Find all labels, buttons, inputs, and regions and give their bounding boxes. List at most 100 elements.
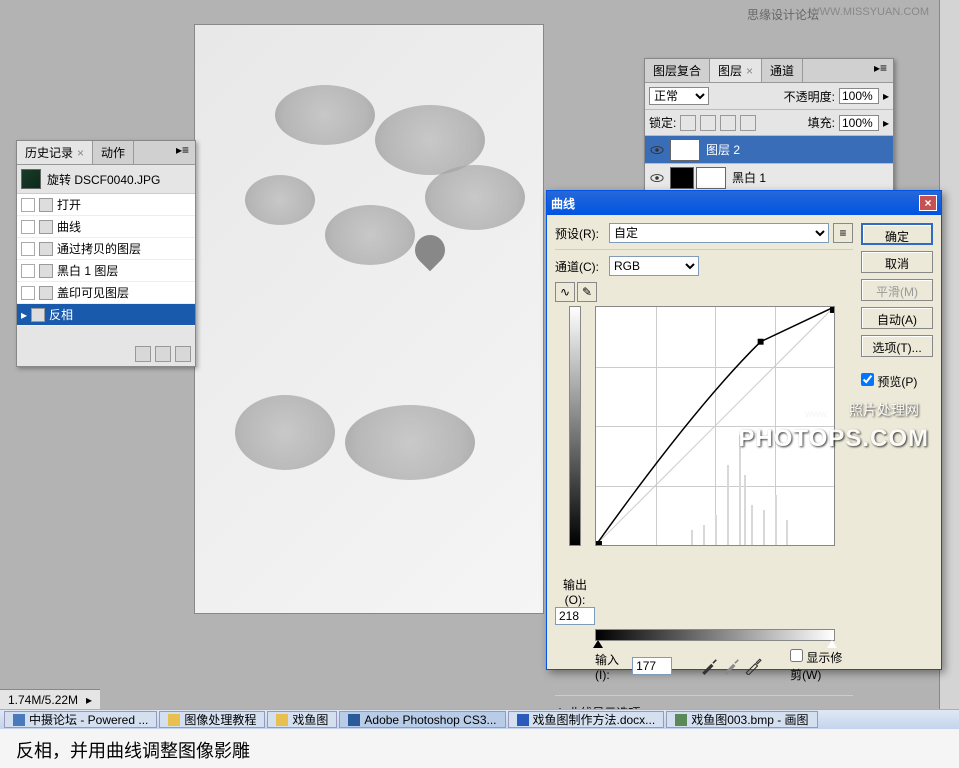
history-item[interactable]: 打开 xyxy=(17,194,195,216)
taskbar-item[interactable]: 图像处理教程 xyxy=(159,711,265,728)
input-input[interactable] xyxy=(632,657,672,675)
white-slider[interactable] xyxy=(827,640,837,648)
mask-thumb xyxy=(696,167,726,189)
history-snapshot[interactable]: 旋转 DSCF0040.JPG xyxy=(17,165,195,194)
history-tabs: 历史记录 × 动作 ▸≡ xyxy=(17,141,195,165)
paint-icon xyxy=(675,714,687,726)
taskbar-item[interactable]: 戏鱼图制作方法.docx... xyxy=(508,711,665,728)
black-slider[interactable] xyxy=(593,640,603,648)
layers-tabs: 图层复合 图层 × 通道 ▸≡ xyxy=(645,59,893,83)
history-item[interactable]: 黑白 1 图层 xyxy=(17,260,195,282)
history-panel: 历史记录 × 动作 ▸≡ 旋转 DSCF0040.JPG 打开 曲线 通过拷贝的图… xyxy=(16,140,196,367)
taskbar-item[interactable]: 戏鱼图003.bmp - 画图 xyxy=(666,711,817,728)
close-icon[interactable]: × xyxy=(77,146,84,160)
close-icon[interactable]: × xyxy=(746,64,753,78)
layer-item[interactable]: 黑白 1 xyxy=(645,164,893,192)
panel-menu-icon[interactable]: ▸≡ xyxy=(868,59,893,82)
pencil-tool-icon[interactable]: ✎ xyxy=(577,282,597,302)
fill-flyout-icon[interactable]: ▸ xyxy=(883,116,889,130)
preview-label[interactable]: 预览(P) xyxy=(861,373,933,390)
blend-mode-select[interactable]: 正常 xyxy=(649,87,709,105)
taskbar-item[interactable]: Adobe Photoshop CS3... xyxy=(339,711,505,728)
snapshot-thumb xyxy=(21,169,41,189)
black-eyedropper-icon[interactable] xyxy=(700,657,718,675)
snapshot-name: 旋转 DSCF0040.JPG xyxy=(47,171,160,188)
taskbar: 中摄论坛 - Powered ... 图像处理教程 戏鱼图 Adobe Phot… xyxy=(0,709,959,729)
layer-item[interactable]: 图层 2 xyxy=(645,136,893,164)
visibility-icon[interactable] xyxy=(648,141,666,159)
history-item[interactable]: 通过拷贝的图层 xyxy=(17,238,195,260)
input-gradient[interactable] xyxy=(595,629,835,641)
history-item-label: 反相 xyxy=(49,306,73,323)
document-canvas[interactable] xyxy=(194,24,544,614)
layer-name: 黑白 1 xyxy=(732,169,766,186)
tab-history[interactable]: 历史记录 × xyxy=(17,141,93,164)
output-label: 输出(O): xyxy=(555,576,595,607)
tab-actions[interactable]: 动作 xyxy=(93,141,134,164)
tab-layers[interactable]: 图层 × xyxy=(710,59,762,82)
show-clip-checkbox[interactable] xyxy=(790,649,803,662)
canvas-image xyxy=(195,25,543,613)
history-item-label: 打开 xyxy=(57,196,81,213)
dialog-title: 曲线 xyxy=(551,195,575,212)
dialog-titlebar[interactable]: 曲线 × xyxy=(547,191,941,215)
taskbar-item[interactable]: 中摄论坛 - Powered ... xyxy=(4,711,157,728)
ok-button[interactable]: 确定 xyxy=(861,223,933,245)
output-input[interactable] xyxy=(555,607,595,625)
status-bar: 1.74M/5.22M ▸ xyxy=(0,689,100,709)
output-gradient xyxy=(569,306,581,546)
cancel-button[interactable]: 取消 xyxy=(861,251,933,273)
lock-position-icon[interactable] xyxy=(720,115,736,131)
lock-transparent-icon[interactable] xyxy=(680,115,696,131)
history-item[interactable]: ▸ 反相 xyxy=(17,304,195,326)
history-item[interactable]: 盖印可见图层 xyxy=(17,282,195,304)
panel-menu-icon[interactable]: ▸≡ xyxy=(170,141,195,164)
gray-eyedropper-icon[interactable] xyxy=(722,657,740,675)
photoshop-icon xyxy=(348,714,360,726)
taskbar-item[interactable]: 戏鱼图 xyxy=(267,711,337,728)
preset-label: 预设(R): xyxy=(555,225,605,242)
tab-history-label: 历史记录 xyxy=(25,146,73,160)
fill-label: 填充: xyxy=(808,114,835,131)
close-button[interactable]: × xyxy=(919,195,937,211)
white-eyedropper-icon[interactable] xyxy=(744,657,762,675)
site-watermark: 思缘设计论坛 xyxy=(747,6,819,23)
preset-menu-icon[interactable]: ≡ xyxy=(833,223,853,243)
options-button[interactable]: 选项(T)... xyxy=(861,335,933,357)
curve-tool-icon[interactable]: ∿ xyxy=(555,282,575,302)
layer-thumb xyxy=(670,139,700,161)
delete-icon[interactable] xyxy=(175,346,191,362)
fill-input[interactable] xyxy=(839,115,879,131)
lock-row: 锁定: 填充: ▸ xyxy=(645,110,893,136)
tab-layers-label: 图层 xyxy=(718,64,742,78)
history-item-label: 通过拷贝的图层 xyxy=(57,240,141,257)
status-text: 1.74M/5.22M xyxy=(8,693,78,707)
history-item-label: 曲线 xyxy=(57,218,81,235)
opacity-flyout-icon[interactable]: ▸ xyxy=(883,89,889,103)
channel-select[interactable]: RGB xyxy=(609,256,699,276)
tab-channels[interactable]: 通道 xyxy=(762,59,803,82)
curve-point[interactable] xyxy=(758,339,764,345)
channel-label: 通道(C): xyxy=(555,258,605,275)
history-item-label: 盖印可见图层 xyxy=(57,284,129,301)
tab-layer-comps[interactable]: 图层复合 xyxy=(645,59,710,82)
pointer-icon: ▸ xyxy=(21,308,27,322)
lock-pixels-icon[interactable] xyxy=(700,115,716,131)
history-item[interactable]: 曲线 xyxy=(17,216,195,238)
tutorial-caption: 反相，并用曲线调整图像影雕 xyxy=(0,729,959,768)
new-state-icon[interactable] xyxy=(155,346,171,362)
show-clip-label[interactable]: 显示修剪(W) xyxy=(790,649,853,683)
lock-all-icon[interactable] xyxy=(740,115,756,131)
history-footer xyxy=(17,326,195,366)
visibility-icon[interactable] xyxy=(648,169,666,187)
preview-checkbox[interactable] xyxy=(861,373,874,386)
opacity-label: 不透明度: xyxy=(784,88,835,105)
smooth-button[interactable]: 平滑(M) xyxy=(861,279,933,301)
auto-button[interactable]: 自动(A) xyxy=(861,307,933,329)
folder-icon xyxy=(168,714,180,726)
new-snapshot-icon[interactable] xyxy=(135,346,151,362)
preset-select[interactable]: 自定 xyxy=(609,223,829,243)
status-flyout-icon[interactable]: ▸ xyxy=(86,693,92,707)
opacity-input[interactable] xyxy=(839,88,879,104)
photops-watermark-cn: 照片处理网 xyxy=(849,400,919,420)
